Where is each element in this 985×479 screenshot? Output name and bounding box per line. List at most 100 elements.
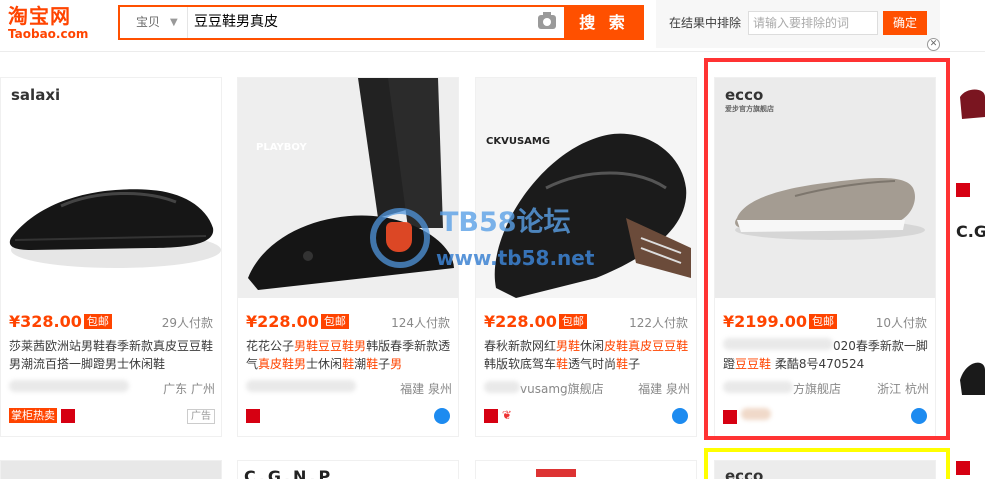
title-part: 男鞋	[294, 339, 319, 353]
title-part: 鞋	[342, 357, 355, 371]
product-card-partial[interactable]	[0, 460, 222, 479]
wangwang-icon[interactable]	[672, 408, 688, 424]
brand-logo: C.G.N.P	[244, 467, 334, 479]
price-row: ¥228.00 包邮 124人付款	[246, 312, 458, 332]
shop-name[interactable]: vusamg旗舰店	[520, 382, 604, 396]
product-image[interactable]: CKVUSAMG	[476, 78, 696, 298]
shop-name-blurred[interactable]	[246, 380, 356, 392]
tmall-icon	[246, 408, 260, 423]
title-part: 男	[354, 339, 367, 353]
logo-cn: 淘宝网	[8, 4, 71, 28]
product-card-partial[interactable]	[475, 460, 697, 479]
title-part: 男	[294, 357, 307, 371]
title-part: 鞋	[676, 339, 689, 353]
shoe-image	[238, 78, 458, 298]
brand-logo: CKVUSAMG	[486, 136, 551, 147]
icons-row: 掌柜热卖 广告	[9, 408, 215, 426]
title-part: 鞋	[616, 357, 629, 371]
exclude-label: 在结果中排除	[669, 16, 742, 30]
sales-count: 124人付款	[391, 316, 450, 330]
tmall-icon	[484, 408, 498, 423]
title-part: 真皮豆豆	[628, 339, 677, 353]
title-part: 男	[390, 357, 403, 371]
title-part: 春秋新款网红	[484, 339, 557, 353]
shop-row: vusamg旗舰店 福建 泉州	[484, 380, 690, 398]
price-row: ¥228.00 包邮 122人付款	[484, 312, 696, 332]
shoe-image	[476, 78, 696, 298]
product-card-partial[interactable]: C.G.N.P	[237, 460, 459, 479]
free-shipping-badge: 包邮	[83, 314, 112, 329]
tmall-icon	[956, 182, 985, 200]
title-part: 透气时尚	[568, 357, 617, 371]
title-part: 皮鞋	[604, 339, 629, 353]
brand-logo: ecco	[725, 467, 764, 479]
price-row: ¥328.00 包邮 29人付款	[9, 312, 221, 332]
brand-logo: PLAYBOY	[256, 142, 307, 153]
product-card-edge[interactable]	[956, 77, 985, 187]
title-part: 潮	[354, 357, 367, 371]
chevron-down-icon: ▼	[170, 17, 178, 28]
title-part: 休闲	[580, 339, 605, 353]
product-card-edge[interactable]	[956, 340, 985, 400]
free-shipping-badge: 包邮	[558, 314, 587, 329]
search-button[interactable]: 搜 索	[564, 5, 644, 40]
tmall-icon	[60, 408, 75, 423]
brand-logo: salaxi	[11, 86, 61, 104]
title-part: 花花公子	[246, 339, 295, 353]
brand-logo: C.G	[956, 222, 985, 241]
location: 广东 广州	[163, 382, 215, 396]
product-title[interactable]: 花花公子男鞋豆豆鞋男韩版春季新款透气真皮鞋男士休闲鞋潮鞋子男	[246, 337, 452, 373]
sales-count: 122人付款	[629, 316, 688, 330]
location: 福建 泉州	[638, 382, 690, 396]
exclude-input[interactable]: 请输入要排除的词	[748, 11, 878, 35]
product-image[interactable]: salaxi	[1, 78, 221, 298]
search-box: 宝贝 ▼ 豆豆鞋男真皮 搜 索	[118, 5, 644, 40]
shoe-image	[960, 362, 985, 395]
location: 福建 泉州	[400, 382, 452, 396]
product-image[interactable]: PLAYBOY	[238, 78, 458, 298]
product-title[interactable]: 莎莱茜欧洲站男鞋春季新款真皮豆豆鞋男潮流百搭一脚蹬男士休闲鞋	[9, 337, 215, 373]
brand-mark	[536, 469, 576, 477]
title-part: 韩版软底驾车	[484, 357, 557, 371]
free-shipping-badge: 包邮	[320, 314, 349, 329]
exclude-panel: 在结果中排除 请输入要排除的词 确定	[656, 0, 940, 48]
search-scope-select[interactable]: 宝贝 ▼	[120, 7, 188, 38]
shoe-image	[960, 89, 985, 119]
price: ¥228.00	[484, 312, 557, 331]
title-part: 男鞋	[556, 339, 581, 353]
top-bar: 淘宝网 Taobao.com 宝贝 ▼ 豆豆鞋男真皮 搜 索 在结果中排除 请输…	[0, 0, 985, 52]
highlight-box-red	[704, 58, 950, 440]
close-icon[interactable]: ✕	[927, 38, 940, 51]
title-part: 真皮鞋	[258, 357, 295, 371]
title-part: 子	[378, 357, 391, 371]
logo-en: Taobao.com	[8, 27, 89, 41]
promo-tag: 掌柜热卖	[9, 408, 57, 423]
title-part: 士休闲	[306, 357, 343, 371]
title-part: 子	[628, 357, 641, 371]
title-part: 鞋	[556, 357, 569, 371]
ad-label: 广告	[187, 409, 215, 424]
shop-name-blurred	[484, 381, 520, 393]
exclude-confirm-button[interactable]: 确定	[883, 11, 927, 35]
shoe-image	[9, 189, 221, 268]
price: ¥228.00	[246, 312, 319, 331]
product-title[interactable]: 春秋新款网红男鞋休闲皮鞋真皮豆豆鞋韩版软底驾车鞋透气时尚鞋子	[484, 337, 690, 373]
search-input[interactable]: 豆豆鞋男真皮	[194, 7, 534, 38]
taobao-logo[interactable]: 淘宝网 Taobao.com	[8, 5, 98, 45]
title-part: 鞋	[366, 357, 379, 371]
price: ¥328.00	[9, 312, 82, 331]
scope-label: 宝贝	[136, 15, 161, 29]
product-card[interactable]: CKVUSAMG ¥228.00 包邮 122人付款 春秋新款网红男鞋休闲皮鞋真皮…	[475, 77, 697, 437]
shop-row: 福建 泉州	[246, 380, 452, 398]
heart-badge-icon: ❦	[501, 408, 512, 422]
wangwang-icon[interactable]	[434, 408, 450, 424]
tmall-icon	[956, 460, 985, 478]
product-card[interactable]: PLAYBOY ¥228.00 包邮 124人付款 花花公子男鞋豆豆鞋男韩版春季新…	[237, 77, 459, 437]
product-card[interactable]: salaxi ¥328.00 包邮 29人付款 莎莱茜欧洲站男鞋春季新款真皮豆豆鞋…	[0, 77, 222, 437]
icons-row	[246, 408, 452, 426]
sales-count: 29人付款	[161, 316, 213, 330]
camera-icon[interactable]	[538, 12, 556, 29]
product-card-partial[interactable]: ecco	[714, 460, 936, 479]
shop-name-blurred[interactable]	[9, 380, 129, 392]
shop-row: 广东 广州	[9, 380, 215, 398]
